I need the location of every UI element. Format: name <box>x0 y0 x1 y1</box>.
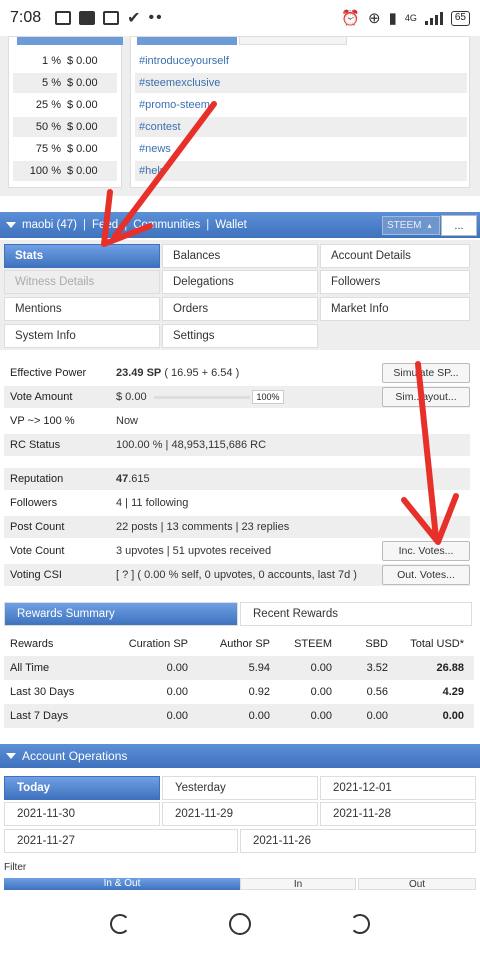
clipboard-icon <box>103 11 120 25</box>
filter-in-out[interactable]: In & Out <box>4 878 240 890</box>
tag-link[interactable]: #steemexclusive <box>135 73 467 93</box>
currency-select[interactable]: STEEM ▴ <box>382 216 440 235</box>
tab-day[interactable]: 2021-11-28 <box>320 802 476 826</box>
more-notifications-icon: •• <box>148 9 164 26</box>
vote-value-row: 1 % $ 0.00 <box>42 55 98 67</box>
collapse-caret-icon[interactable] <box>6 222 16 228</box>
tags-table: #introduceyourself #steemexclusive #prom… <box>130 36 470 188</box>
filter-in[interactable]: In <box>240 878 356 890</box>
account-name[interactable]: maobi (47) <box>22 219 77 231</box>
table-row: Last 7 Days 0.00 0.00 0.00 0.00 0.00 <box>4 704 474 728</box>
tags-tab-active[interactable] <box>137 37 237 45</box>
vote-amount-row: Vote Amount $ 0.00 100% Sim...ayout... <box>4 386 470 408</box>
out-votes-button[interactable]: Out. Votes... <box>382 565 470 585</box>
clock: 7:08 <box>10 9 42 26</box>
collapse-caret-icon <box>6 753 16 759</box>
vp-row: VP ~> 100 % Now <box>10 415 139 427</box>
tab-today[interactable]: Today <box>4 776 160 800</box>
rewards-tabs: Rewards Summary Recent Rewards <box>0 602 480 628</box>
table-row: All Time 0.00 5.94 0.00 3.52 26.88 <box>4 656 474 680</box>
tag-link[interactable]: #introduceyourself <box>135 51 467 71</box>
tab-system-info[interactable]: System Info <box>4 324 160 348</box>
tab-account-details[interactable]: Account Details <box>320 244 470 268</box>
simulate-layout-button[interactable]: Sim...ayout... <box>382 387 470 407</box>
vote-value-row: 5 % $ 0.00 <box>13 73 117 93</box>
rc-status-row: RC Status 100.00 % | 48,953,115,686 RC <box>4 434 470 456</box>
network-type: 4G <box>404 13 417 23</box>
tags-tab[interactable] <box>239 37 347 45</box>
vote-value-table: 1 % $ 0.00 5 % $ 0.00 25 % $ 0.00 50 % $ 0.0… <box>8 36 123 188</box>
tab-day[interactable]: 2021-11-30 <box>4 802 160 826</box>
android-nav-bar <box>0 890 480 960</box>
tab-rewards-summary[interactable]: Rewards Summary <box>4 602 238 626</box>
vote-value-row: 100 % $ 0.00 <box>13 161 117 181</box>
tab-balances[interactable]: Balances <box>162 244 318 268</box>
vote-weight-value: 100% <box>252 390 284 404</box>
account-operations-header[interactable]: Account Operations <box>0 744 480 768</box>
tab-stats[interactable]: Stats <box>4 244 160 268</box>
tab-settings[interactable]: Settings <box>162 324 318 348</box>
vote-value-header <box>17 37 123 45</box>
operations-day-tabs: Today Yesterday 2021-12-01 2021-11-30 20… <box>0 772 480 882</box>
chevron-up-icon: ▴ <box>427 221 432 230</box>
tab-day[interactable]: 2021-12-01 <box>320 776 476 800</box>
status-bar: 7:08 ✔ •• ⏰ ⊕ ▮ 4G 65 <box>0 0 480 36</box>
more-button[interactable]: ... <box>441 215 477 236</box>
tab-day[interactable]: 2021-11-27 <box>4 829 238 853</box>
account-tabs: Stats Balances Account Details Witness D… <box>0 240 480 350</box>
tab-market-info[interactable]: Market Info <box>320 297 470 321</box>
tag-link[interactable]: #contest <box>135 117 467 137</box>
tab-orders[interactable]: Orders <box>162 297 318 321</box>
tab-delegations[interactable]: Delegations <box>162 270 318 294</box>
signal-icon <box>424 11 443 25</box>
image-icon <box>79 11 96 25</box>
tab-witness-details: Witness Details <box>4 270 160 294</box>
vote-count-row: Vote Count 3 upvotes | 51 upvotes receiv… <box>4 540 470 562</box>
followers-row: Followers 4 | 11 following <box>10 497 189 509</box>
gallery-icon <box>55 11 72 25</box>
tag-link[interactable]: #help <box>135 161 467 181</box>
tab-yesterday[interactable]: Yesterday <box>162 776 318 800</box>
tab-recent-rewards[interactable]: Recent Rewards <box>240 602 472 626</box>
wallet-link[interactable]: Wallet <box>215 219 247 231</box>
vote-value-row: 25 % $ 0.00 <box>35 99 98 111</box>
back-icon[interactable] <box>110 914 130 934</box>
effective-power-value: 23.49 SP <box>116 367 162 379</box>
vibrate-icon: ▮ <box>388 10 397 27</box>
tag-link[interactable]: #news <box>135 139 467 159</box>
vote-value-row: 75 % $ 0.00 <box>35 143 98 155</box>
check-icon: ✔ <box>127 10 141 27</box>
table-row: Last 30 Days 0.00 0.92 0.00 0.56 4.29 <box>10 686 464 698</box>
vote-value-section: 1 % $ 0.00 5 % $ 0.00 25 % $ 0.00 50 % $ 0.0… <box>0 36 480 196</box>
account-header-bar: maobi (47) | Feed | Communities | Wallet… <box>0 212 480 238</box>
tab-mentions[interactable]: Mentions <box>4 297 160 321</box>
rewards-header-row: Rewards Curation SP Author SP STEEM SBD … <box>10 638 464 650</box>
tag-link[interactable]: #promo-steem <box>135 95 467 115</box>
inc-votes-button[interactable]: Inc. Votes... <box>382 541 470 561</box>
tab-day[interactable]: 2021-11-26 <box>240 829 476 853</box>
vote-value-row: 50 % $ 0.00 <box>13 117 117 137</box>
tab-followers[interactable]: Followers <box>320 270 470 294</box>
tab-day[interactable]: 2021-11-29 <box>162 802 318 826</box>
voting-csi-row: Voting CSI [ ? ] ( 0.00 % self, 0 upvote… <box>4 564 470 586</box>
battery-icon: 65 <box>450 10 470 26</box>
section-title: Account Operations <box>22 749 128 763</box>
recents-icon[interactable] <box>350 914 370 934</box>
data-saver-icon: ⊕ <box>368 10 381 27</box>
communities-link[interactable]: Communities <box>133 219 200 231</box>
vote-weight-slider[interactable]: 100% <box>120 390 284 404</box>
filter-out[interactable]: Out <box>358 878 476 890</box>
feed-link[interactable]: Feed <box>92 219 118 231</box>
alarm-icon: ⏰ <box>341 10 361 27</box>
reputation-row: Reputation 47.615 <box>4 468 470 490</box>
home-icon[interactable] <box>229 913 251 935</box>
simulate-sp-button[interactable]: Simulate SP... <box>382 363 470 383</box>
effective-power-row: Effective Power 23.49 SP ( 16.95 + 6.54 … <box>4 362 470 384</box>
filter-tabs: In & Out In Out <box>0 878 480 890</box>
post-count-row: Post Count 22 posts | 13 comments | 23 r… <box>4 516 470 538</box>
filter-label: Filter <box>4 862 27 873</box>
